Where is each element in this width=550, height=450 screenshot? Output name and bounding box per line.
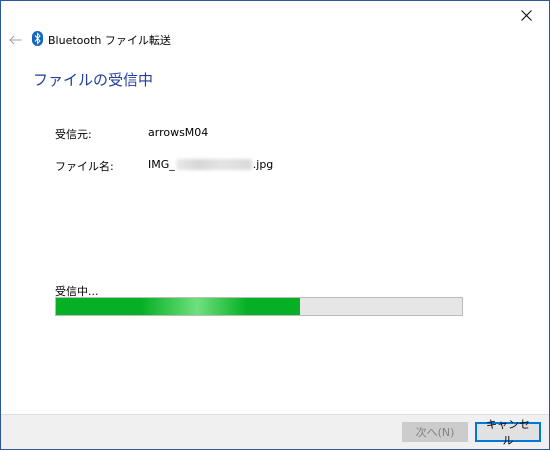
close-icon bbox=[520, 10, 532, 21]
next-button[interactable]: 次へ(N) bbox=[402, 422, 468, 442]
sender-value: arrowsM04 bbox=[148, 126, 209, 139]
progress-fill bbox=[56, 298, 300, 315]
filename-redacted bbox=[175, 159, 252, 170]
close-button[interactable] bbox=[503, 1, 549, 30]
back-button[interactable] bbox=[7, 32, 23, 48]
window-title: Bluetooth ファイル転送 bbox=[48, 34, 171, 47]
file-transfer-window: Bluetooth ファイル転送 ファイルの受信中 受信元: arrowsM04… bbox=[0, 0, 550, 450]
progress-bar bbox=[55, 297, 463, 316]
filename-suffix: .jpg bbox=[252, 158, 274, 171]
page-heading: ファイルの受信中 bbox=[33, 71, 154, 89]
filename-value: IMG_ .jpg bbox=[148, 158, 273, 171]
bluetooth-icon bbox=[32, 31, 43, 46]
sender-label: 受信元: bbox=[55, 128, 92, 141]
back-arrow-icon bbox=[8, 35, 21, 45]
cancel-button[interactable]: キャンセル bbox=[475, 418, 541, 447]
filename-label: ファイル名: bbox=[55, 160, 114, 173]
filename-prefix: IMG_ bbox=[148, 158, 175, 171]
footer-bar: 次へ(N) キャンセル bbox=[1, 414, 549, 449]
